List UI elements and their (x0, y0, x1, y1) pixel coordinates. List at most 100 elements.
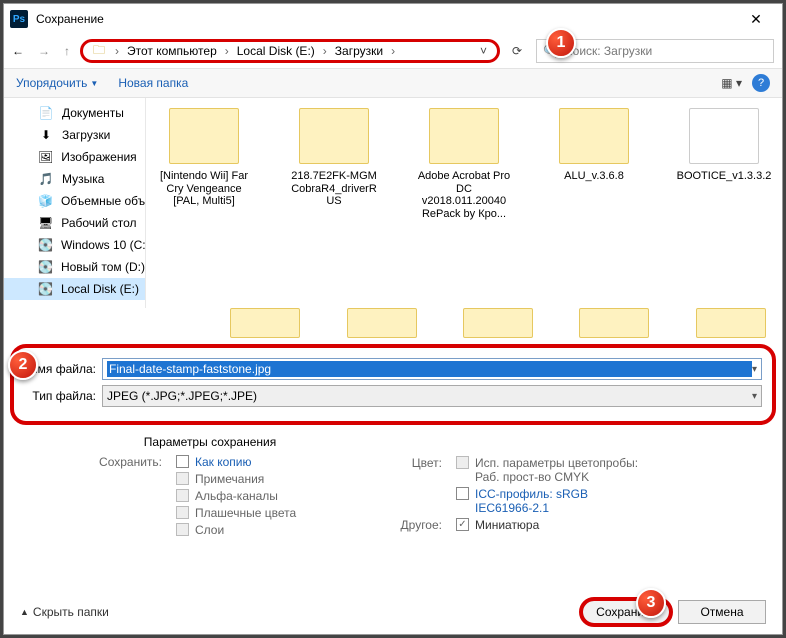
save-dialog: Ps Сохранение ✕ ← → ↑ 🗀 › Этот компьютер… (3, 3, 783, 635)
sidebar-item-icon: ⬇ (38, 128, 54, 142)
file-label: 218.7E2FK-MGM CobraR4_driverR US (284, 170, 384, 208)
file-label: BOOTICE_v1.3.3.2 (674, 170, 774, 183)
sidebar-item[interactable]: 📄 Документы (4, 102, 145, 124)
files-pane[interactable]: [Nintendo Wii] Far Cry Vengeance [PAL, M… (146, 98, 782, 308)
sidebar-item-icon: 🖼 (38, 150, 53, 164)
filename-input[interactable]: Final-date-stamp-faststone.jpg ▾ (102, 358, 762, 380)
body: 📄 Документы ⬇ Загрузки 🖼 Изображения 🎵 Музыка 🧊 О… (4, 98, 782, 308)
sidebar-item-label: Документы (62, 106, 124, 120)
file-item[interactable]: ALU_v.3.6.8 (544, 108, 644, 183)
caret-up-icon: ▲ (20, 607, 29, 617)
spot-label: Плашечные цвета (195, 506, 296, 520)
breadcrumb-part[interactable]: Local Disk (E:) (237, 44, 315, 58)
file-item[interactable]: [Nintendo Wii] Far Cry Vengeance [PAL, M… (154, 108, 254, 208)
sidebar-item[interactable]: 🖼 Изображения (4, 146, 145, 168)
sidebar-item-label: Изображения (61, 150, 136, 164)
icc-checkbox[interactable] (456, 487, 469, 500)
chevron-down-icon[interactable]: ▾ (752, 391, 757, 402)
sidebar-item-icon: 💽 (38, 238, 53, 252)
breadcrumb[interactable]: 🗀 › Этот компьютер › Local Disk (E:) › З… (80, 39, 500, 63)
close-button[interactable]: ✕ (736, 11, 776, 28)
search-placeholder: Поиск: Загрузки (564, 44, 652, 58)
callout-1: 1 (546, 28, 576, 58)
filename-row: Имя файла: Final-date-stamp-faststone.jp… (24, 357, 762, 381)
folder-icon[interactable] (696, 308, 766, 338)
sidebar-item[interactable]: 💽 Local Disk (E:) (4, 278, 145, 300)
sidebar-item-icon: 📄 (38, 106, 54, 120)
folder-icon[interactable] (463, 308, 533, 338)
hide-folders-button[interactable]: ▲ Скрыть папки (20, 605, 109, 619)
alpha-label: Альфа-каналы (195, 489, 278, 503)
filetype-select[interactable]: JPEG (*.JPG;*.JPEG;*.JPE) ▾ (102, 385, 762, 407)
sidebar-item-label: Объемные объекты (61, 194, 146, 208)
file-item[interactable]: 218.7E2FK-MGM CobraR4_driverR US (284, 108, 384, 208)
photoshop-icon: Ps (10, 10, 28, 28)
file-label: Adobe Acrobat Pro DC v2018.011.20040 ReP… (414, 170, 514, 221)
breadcrumb-part[interactable]: Загрузки (335, 44, 383, 58)
color-proof-checkbox (456, 456, 469, 469)
layers-checkbox (176, 523, 189, 536)
callout-3: 3 (636, 588, 666, 618)
notes-checkbox (176, 472, 189, 485)
folder-icon[interactable] (579, 308, 649, 338)
cancel-button[interactable]: Отмена (678, 600, 766, 624)
toolbar: Упорядочить▼ Новая папка ▦ ▾ ? (4, 68, 782, 98)
sidebar-item-label: Загрузки (62, 128, 110, 142)
new-folder-button[interactable]: Новая папка (118, 76, 188, 90)
sidebar-item[interactable]: ⬇ Загрузки (4, 124, 145, 146)
help-icon[interactable]: ? (752, 74, 770, 92)
sidebar-item-icon: 🎵 (38, 172, 54, 186)
refresh-button[interactable]: ⟳ (512, 44, 522, 58)
filename-value: Final-date-stamp-faststone.jpg (107, 361, 752, 377)
options-title: Параметры сохранения (20, 435, 400, 449)
file-item[interactable]: BOOTICE_v1.3.3.2 (674, 108, 774, 183)
forward-button[interactable]: → (38, 44, 50, 58)
sidebar-item-label: Windows 10 (C:) (61, 238, 146, 252)
icc-label: ICC-профиль: sRGB IEC61966-2.1 (475, 487, 645, 515)
color-label: Цвет: (400, 456, 450, 470)
sidebar-item-label: Музыка (62, 172, 104, 186)
window-title: Сохранение (36, 12, 104, 26)
layers-label: Слои (195, 523, 224, 537)
file-item[interactable]: Adobe Acrobat Pro DC v2018.011.20040 ReP… (414, 108, 514, 221)
alpha-checkbox (176, 489, 189, 502)
folder-icon[interactable] (230, 308, 300, 338)
fields-area: Имя файла: Final-date-stamp-faststone.jp… (10, 344, 776, 425)
folder-icon: 🗀 (93, 41, 105, 62)
file-label: [Nintendo Wii] Far Cry Vengeance [PAL, M… (154, 170, 254, 208)
save-as-label: Сохранить: (20, 455, 170, 469)
sidebar-item-label: Local Disk (E:) (61, 282, 139, 296)
folder-icon (299, 108, 369, 164)
as-copy-checkbox[interactable] (176, 455, 189, 468)
filetype-value: JPEG (*.JPG;*.JPEG;*.JPE) (107, 389, 752, 403)
organize-button[interactable]: Упорядочить (16, 76, 87, 90)
view-button[interactable]: ▦ ▾ (721, 76, 742, 90)
notes-label: Примечания (195, 472, 264, 486)
filetype-label: Тип файла: (24, 389, 102, 403)
files-peek-row (4, 308, 782, 342)
back-button[interactable]: ← (12, 44, 24, 58)
sidebar-item[interactable]: 💽 Windows 10 (C:) (4, 234, 145, 256)
titlebar: Ps Сохранение ✕ (4, 4, 782, 34)
filetype-row: Тип файла: JPEG (*.JPG;*.JPEG;*.JPE) ▾ (24, 384, 762, 408)
sidebar-item[interactable]: 🧊 Объемные объекты (4, 190, 145, 212)
save-options: Параметры сохранения Сохранить: Как копи… (4, 427, 782, 544)
breadcrumb-part[interactable]: Этот компьютер (127, 44, 217, 58)
folder-icon (689, 108, 759, 164)
callout-2: 2 (8, 350, 38, 380)
sidebar-item[interactable]: 💽Новый том (D:) (4, 256, 145, 278)
color-proof-label: Исп. параметры цветопробы: Раб. прост-во… (475, 456, 645, 484)
sidebar-item[interactable]: 🎵 Музыка (4, 168, 145, 190)
folder-icon[interactable] (347, 308, 417, 338)
nav-row: ← → ↑ 🗀 › Этот компьютер › Local Disk (E… (4, 34, 782, 68)
chevron-down-icon[interactable]: ˅ (480, 44, 487, 58)
spot-checkbox (176, 506, 189, 519)
sidebar-item-icon: 💽 (38, 282, 53, 296)
thumbnail-checkbox[interactable]: ✓ (456, 518, 469, 531)
other-label: Другое: (400, 518, 450, 532)
sidebar-item-icon: 🧊 (38, 194, 53, 208)
chevron-down-icon[interactable]: ▾ (752, 364, 757, 375)
up-button[interactable]: ↑ (64, 44, 70, 58)
sidebar-item[interactable]: 🖥Рабочий стол (4, 212, 145, 234)
sidebar-item-icon: 🖥 (38, 216, 53, 230)
